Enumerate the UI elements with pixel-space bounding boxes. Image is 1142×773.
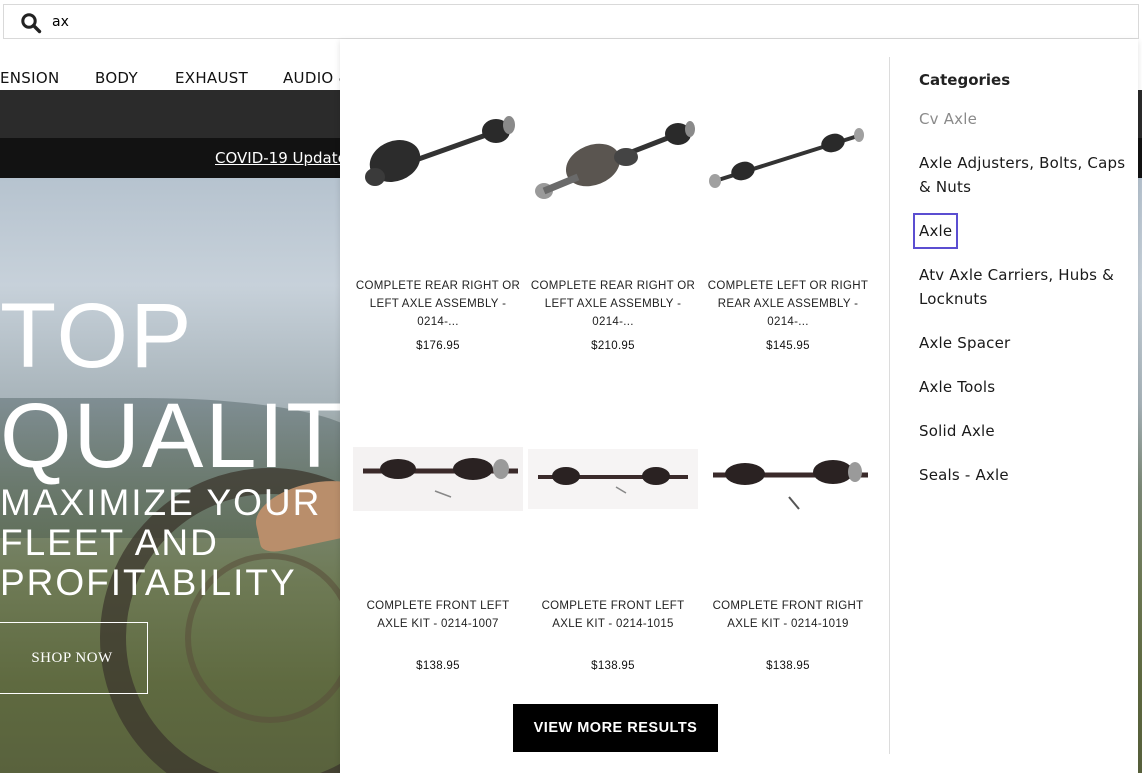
product-price: $145.95 (766, 340, 810, 352)
category-link-axle-tools[interactable]: Axle Tools (919, 375, 1134, 399)
product-price: $138.95 (416, 660, 460, 672)
category-link-axle-adjusters[interactable]: Axle Adjusters, Bolts, Caps & Nuts (919, 151, 1134, 199)
covid-update-link[interactable]: COVID-19 Update: (215, 149, 352, 167)
view-more-results-button[interactable]: VIEW MORE RESULTS (513, 704, 718, 752)
product-name[interactable]: COMPLETE REAR RIGHT OR LEFT AXLE ASSEMBL… (528, 277, 698, 331)
hero-subtitle-line3: PROFITABILITY (0, 562, 297, 603)
product-price: $176.95 (416, 340, 460, 352)
product-name[interactable]: COMPLETE FRONT LEFT AXLE KIT - 0214-1007 (353, 597, 523, 633)
product-image[interactable] (353, 419, 523, 539)
panel-divider (889, 57, 890, 754)
product-image[interactable] (528, 99, 698, 219)
categories-heading: Categories (919, 71, 1011, 89)
search-results-dropdown: COMPLETE REAR RIGHT OR LEFT AXLE ASSEMBL… (340, 39, 1138, 773)
category-link-axle-spacer[interactable]: Axle Spacer (919, 331, 1134, 355)
category-link-cv-axle[interactable]: Cv Axle (919, 107, 1134, 131)
product-price: $138.95 (591, 660, 635, 672)
search-input[interactable] (52, 10, 652, 34)
product-image[interactable] (703, 99, 873, 219)
hero-subtitle-line1: MAXIMIZE YOUR (0, 482, 322, 523)
product-image[interactable] (528, 419, 698, 539)
category-link-axle[interactable]: Axle (912, 213, 959, 249)
search-bar (3, 4, 1139, 39)
hero-subtitle-line2: FLEET AND (0, 522, 219, 563)
category-link-seals-axle[interactable]: Seals - Axle (919, 463, 1134, 487)
nav-item-body[interactable]: BODY (95, 69, 138, 87)
search-icon[interactable] (20, 12, 42, 34)
product-price: $210.95 (591, 340, 635, 352)
product-image[interactable] (353, 99, 523, 219)
product-name[interactable]: COMPLETE FRONT RIGHT AXLE KIT - 0214-101… (703, 597, 873, 633)
nav-item-suspension[interactable]: ENSION (0, 69, 59, 87)
category-link-atv-axle-carriers[interactable]: Atv Axle Carriers, Hubs & Locknuts (919, 263, 1134, 311)
product-name[interactable]: COMPLETE REAR RIGHT OR LEFT AXLE ASSEMBL… (353, 277, 523, 331)
product-price: $138.95 (766, 660, 810, 672)
product-name[interactable]: COMPLETE LEFT OR RIGHT REAR AXLE ASSEMBL… (703, 277, 873, 331)
product-image[interactable] (703, 419, 873, 539)
product-name[interactable]: COMPLETE FRONT LEFT AXLE KIT - 0214-1015 (528, 597, 698, 633)
nav-item-exhaust[interactable]: EXHAUST (175, 69, 248, 87)
category-link-solid-axle[interactable]: Solid Axle (919, 419, 1134, 443)
shop-now-button[interactable]: SHOP NOW (0, 622, 148, 694)
hero-title-line1: TOP (0, 285, 194, 387)
